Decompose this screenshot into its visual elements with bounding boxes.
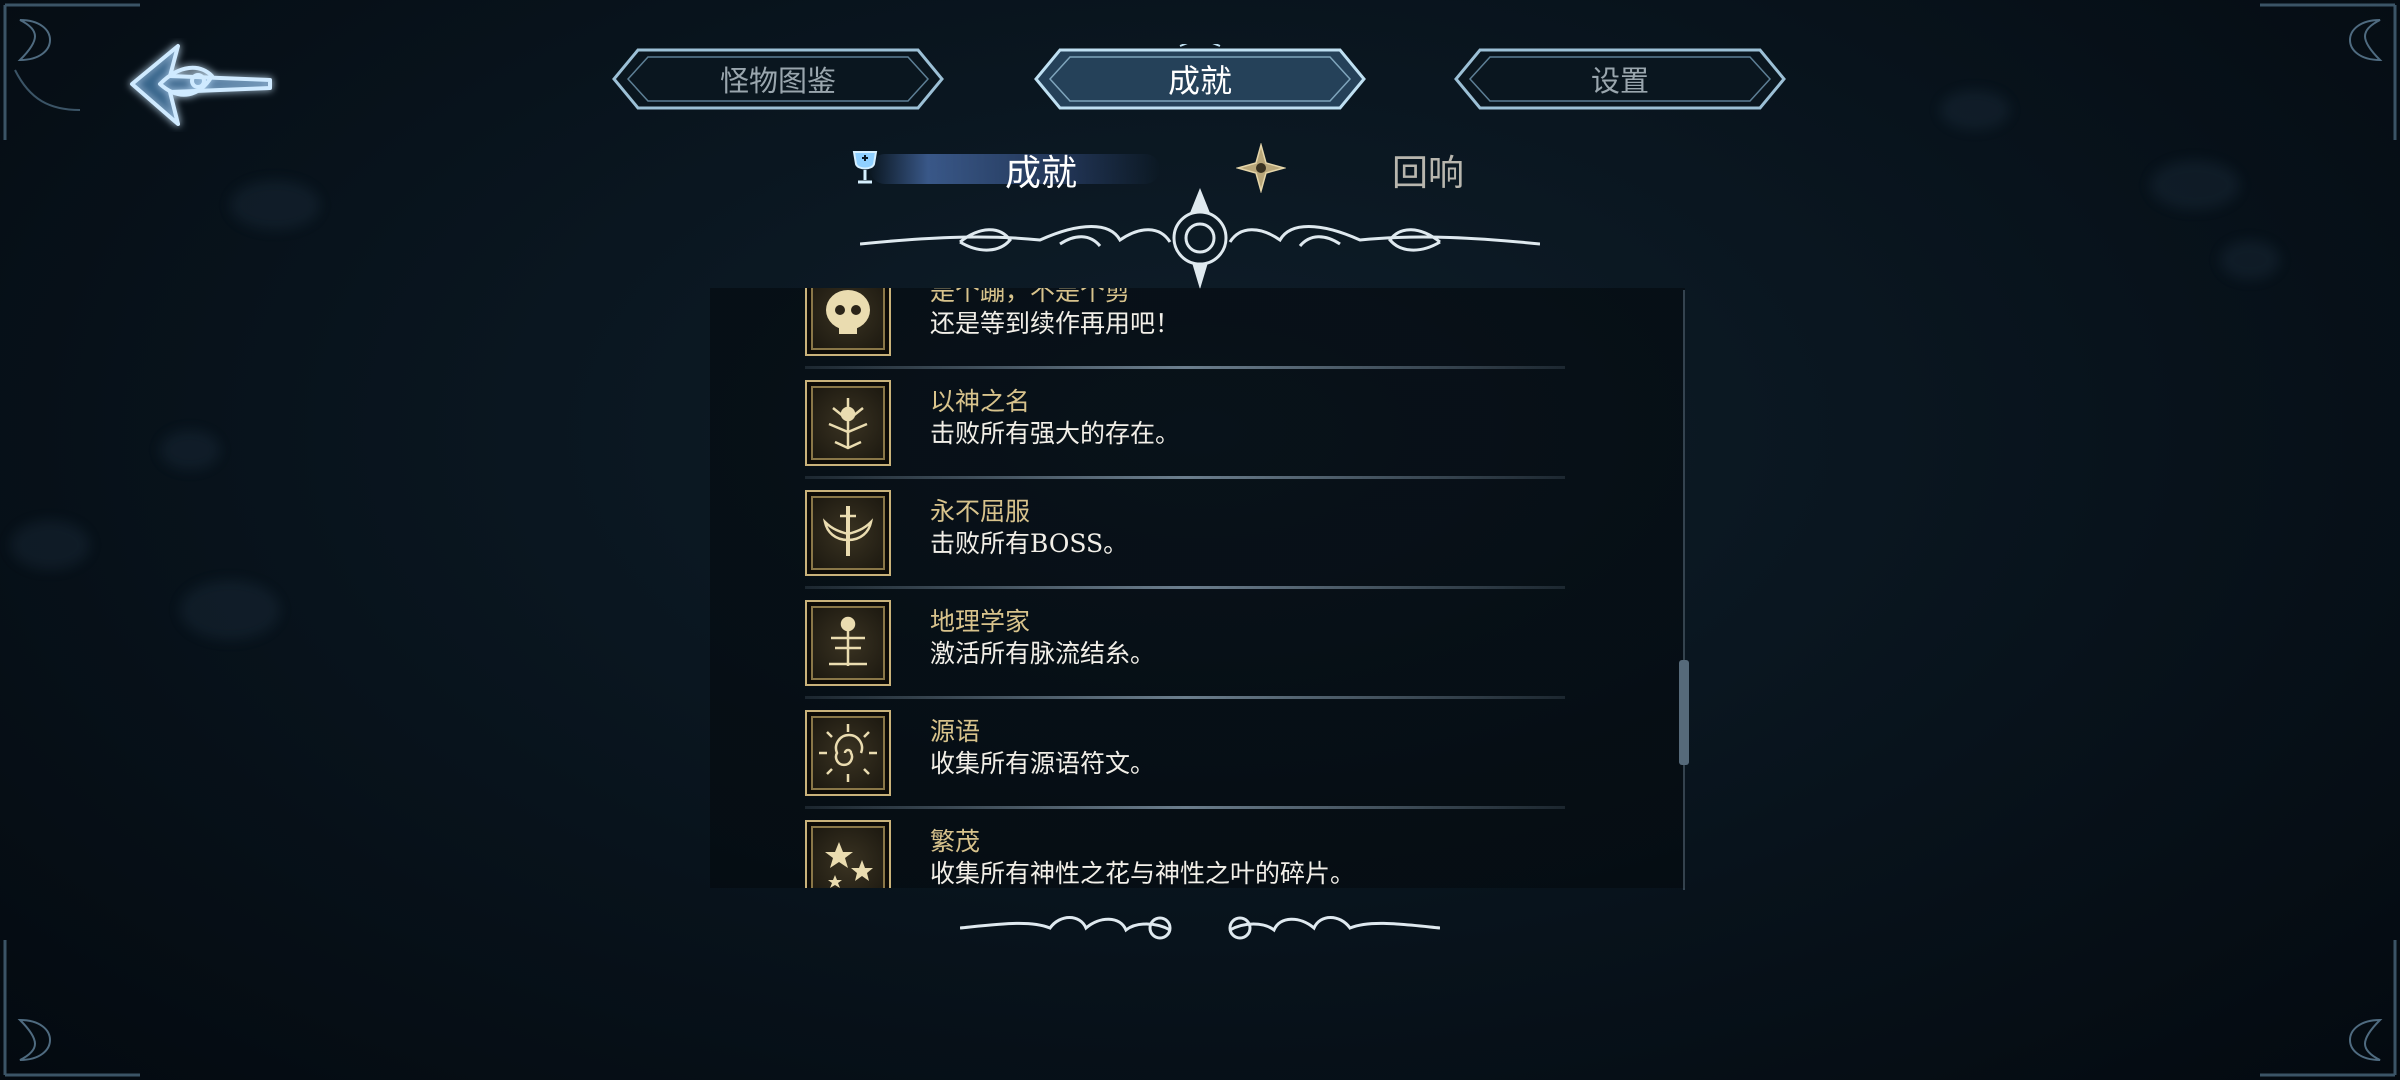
corner-ornament bbox=[2260, 3, 2397, 140]
tab-bestiary[interactable]: 怪物图鉴 bbox=[608, 44, 948, 114]
corner-ornament bbox=[2260, 940, 2397, 1077]
totem-icon bbox=[829, 616, 867, 666]
background-blob bbox=[160, 430, 220, 470]
achievement-title: 繁茂 bbox=[930, 827, 981, 856]
background-blob bbox=[1940, 90, 2010, 130]
achievement-title: 永不屈服 bbox=[930, 497, 1031, 526]
list-item[interactable]: 永不屈服 击败所有BOSS。 bbox=[805, 478, 1585, 589]
tab-label: 成就 bbox=[1167, 62, 1232, 100]
achievement-badge bbox=[805, 380, 891, 466]
achievement-badge bbox=[805, 820, 891, 888]
achievement-badge bbox=[805, 600, 891, 686]
rune-spiral-icon bbox=[819, 724, 877, 782]
header-ornament bbox=[860, 187, 1540, 290]
achievement-desc: 激活所有脉流结糸。 bbox=[930, 639, 1156, 668]
tab-settings[interactable]: 设置 bbox=[1450, 44, 1790, 114]
background-blob bbox=[2220, 240, 2280, 280]
flowers-icon bbox=[825, 842, 873, 888]
background-blob bbox=[230, 180, 320, 230]
list-item[interactable]: 源语 收集所有源语符文。 bbox=[805, 698, 1585, 809]
corner-ornament bbox=[3, 940, 140, 1077]
back-button[interactable] bbox=[120, 36, 280, 136]
list-item[interactable]: 地理学家 激活所有脉流结糸。 bbox=[805, 588, 1585, 699]
achievement-badge bbox=[805, 288, 891, 356]
achievement-list[interactable]: 是个蹦，不是个剪 还是等到续作再用吧！ 以神之名 击败所有强大的存在。 永不屈服… bbox=[710, 288, 1685, 888]
back-arrow-icon bbox=[130, 44, 272, 126]
skull-icon bbox=[826, 290, 870, 334]
tab-label: 怪物图鉴 bbox=[719, 64, 836, 98]
achievement-title: 源语 bbox=[930, 717, 981, 746]
achievement-title: 地理学家 bbox=[930, 607, 1031, 636]
list-item[interactable]: 以神之名 击败所有强大的存在。 bbox=[805, 368, 1585, 479]
achievement-desc: 收集所有神性之花与神性之叶的碎片。 bbox=[930, 859, 1356, 888]
tab-label: 设置 bbox=[1590, 64, 1649, 98]
achievement-desc: 收集所有源语符文。 bbox=[930, 749, 1156, 778]
footer-ornament bbox=[960, 916, 1440, 940]
scrollbar-thumb[interactable] bbox=[1679, 660, 1689, 765]
scrollbar-track[interactable] bbox=[1683, 290, 1685, 890]
tab-achievements[interactable]: 成就 bbox=[1030, 44, 1370, 114]
sword-wings-icon bbox=[822, 506, 874, 556]
background-blob bbox=[180, 580, 280, 640]
achievement-desc: 击败所有强大的存在。 bbox=[930, 419, 1181, 448]
achievement-desc: 击败所有BOSS。 bbox=[930, 529, 1129, 558]
background-blob bbox=[2150, 160, 2240, 210]
achievement-badge bbox=[805, 710, 891, 796]
deity-icon bbox=[828, 398, 868, 450]
list-item[interactable]: 繁茂 收集所有神性之花与神性之叶的碎片。 bbox=[805, 808, 1585, 888]
achievement-badge bbox=[805, 490, 891, 576]
list-item[interactable]: 是个蹦，不是个剪 还是等到续作再用吧！ bbox=[805, 288, 1585, 369]
background-blob bbox=[10, 520, 90, 570]
achievement-desc: 还是等到续作再用吧！ bbox=[930, 309, 1181, 338]
achievement-title: 以神之名 bbox=[930, 387, 1031, 416]
